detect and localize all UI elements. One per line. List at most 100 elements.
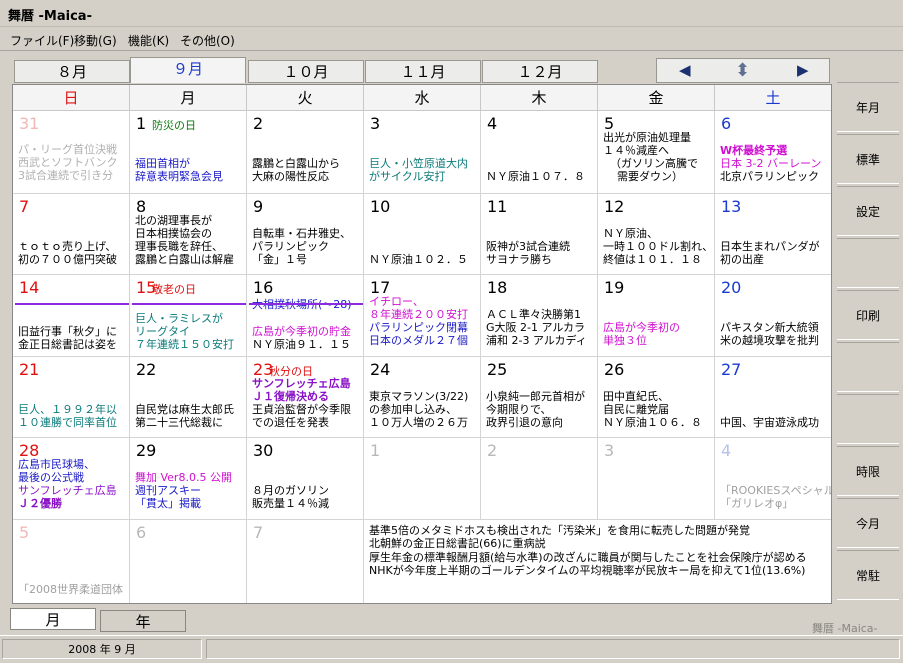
day-cell[interactable]: 1 防災の日 福田首相が 辞意表明緊急会見 [130, 111, 247, 194]
menu-move[interactable]: 移動(G) [74, 32, 117, 49]
day-cell[interactable]: 12 ＮＹ原油、 一時１００ドル割れ、 終値は１０１．１８ [598, 194, 715, 275]
event-text: 金正日総書記は姿を [18, 338, 117, 351]
event-text: 日本生まれパンダが [720, 240, 820, 253]
day-number: 31 [19, 114, 40, 133]
day-cell[interactable]: 23 秋分の日 サンフレッチェ広島 Ｊ１復帰決める 王貞治監督が今季限 での退任を発表 [247, 357, 364, 438]
day-number: 24 [370, 360, 391, 379]
day-number: 29 [136, 441, 157, 460]
sidebar: 年月 標準 設定印刷時限 今月 常駐 [837, 82, 899, 602]
event-text: 露鵬と白露山は解雇 [135, 253, 234, 266]
day-cell[interactable]: 9 自転車・石井雅史、 パラリンピック 「金」１号 [247, 194, 364, 275]
bottom-tab-year[interactable]: 年 [100, 610, 186, 632]
day-cell[interactable]: 17 イチロー、 ８年連続２００安打 パラリンピック閉幕 日本のメダル２７個 [364, 275, 481, 357]
month-navigator: ◀ ⬍ ▶ [656, 58, 830, 83]
day-cell[interactable]: 29 舞加 Ver8.0.5 公開 週刊アスキー 「貫太」掲載 [130, 438, 247, 520]
day-cell[interactable]: 11 阪神が3試合連続 サヨナラ勝ち [481, 194, 598, 275]
day-cell[interactable]: 1 [364, 438, 481, 520]
day-cell[interactable]: 7 [247, 520, 364, 603]
day-cell[interactable]: 30 ８月のガソリン 販売量１４％減 [247, 438, 364, 520]
title-bar: 舞暦 -Maica- [0, 0, 903, 27]
menu-function[interactable]: 機能(K) [128, 32, 169, 49]
event-text: がサイクル安打 [369, 170, 446, 183]
menu-other[interactable]: その他(O) [180, 32, 235, 49]
day-cell[interactable]: 31 パ・リーグ首位決戦 西武とソフトバンク 3試合連続で引き分 [13, 111, 130, 194]
day-cell[interactable]: 27 中国、宇宙遊泳成功 [715, 357, 831, 438]
day-cell[interactable]: 4 「ROOKIESスペシャル 「ガリレオφ」 [715, 438, 832, 520]
event-text: イチロー、 [369, 295, 424, 308]
month-tab-aug[interactable]: ８月 [14, 60, 130, 83]
event-text: 日本 3-2 バーレーン [720, 157, 822, 170]
day-cell[interactable]: 28 広島市民球場、 最後の公式戦 サンフレッチェ広島 Ｊ２優勝 [13, 438, 130, 520]
day-number: 11 [487, 197, 508, 216]
day-cell[interactable]: 10 ＮＹ原油１０２．５ [364, 194, 481, 275]
month-tab-sep[interactable]: ９月 [130, 57, 246, 83]
event-text: 初の７００億円突破 [18, 253, 117, 266]
day-cell[interactable]: 16大相撲秋場所(～28)広島が今季初の貯金ＮＹ原油９１．１５ [247, 275, 364, 357]
day-cell[interactable]: 6 W杯最終予選 日本 3-2 バーレーン 北京パラリンピック [715, 111, 831, 194]
day-cell[interactable]: 7 ｔｏｔｏ売り上げ、 初の７００億円突破 [13, 194, 130, 275]
sidebar-button-resident[interactable]: 常駐 [837, 550, 899, 600]
month-tab-oct[interactable]: １０月 [248, 60, 364, 83]
event-text: サンフレッチェ広島 [18, 484, 117, 497]
weekday-header: 日 [13, 85, 130, 111]
day-cell[interactable]: 3 [598, 438, 715, 520]
day-cell[interactable]: 19 広島が今季初の 単独３位 [598, 275, 715, 357]
event-text: 販売量１４％減 [252, 497, 329, 510]
prev-month-icon[interactable]: ◀ [679, 61, 691, 79]
day-cell[interactable]: 25 小泉純一郎元首相が 今期限りで、 政界引退の意向 [481, 357, 598, 438]
event-text: １０万人増の２６万 [369, 416, 468, 429]
day-cell[interactable]: 20 パキスタン新大統領 米の越境攻撃を批判 [715, 275, 831, 357]
menu-file[interactable]: ファイル(F) [10, 32, 74, 49]
day-cell[interactable]: 4 ＮＹ原油１０７．８ [481, 111, 598, 194]
sidebar-button-print[interactable]: 印刷 [837, 290, 899, 340]
day-cell[interactable]: 24 東京マラソン(3/22) の参加申し込み、 １０万人増の２６万 [364, 357, 481, 438]
sidebar-button-blank-2[interactable] [837, 342, 899, 392]
day-cell[interactable]: 26 田中直紀氏、 自民に離党届 ＮＹ原油１０６．８ [598, 357, 715, 438]
day-cell[interactable]: 8 北の湖理事長が 日本相撲協会の 理事長職を辞任、 露鵬と白露山は解雇 [130, 194, 247, 275]
sidebar-button-blank-1[interactable] [837, 238, 899, 288]
sidebar-button-yearmonth[interactable]: 年月 [837, 82, 899, 132]
day-cell[interactable]: 15 敬老の日 巨人・ラミレスが リーグタイ ７年連続１５０安打 [130, 275, 247, 357]
day-cell[interactable]: 5 出光が原油処理量 １４％減産へ （ガソリン高騰で 需要ダウン） [598, 111, 715, 194]
event-text: 最後の公式戦 [18, 471, 84, 484]
day-cell[interactable]: 3 巨人・小笠原道大内 がサイクル安打 [364, 111, 481, 194]
sidebar-button-timelimit[interactable]: 時限 [837, 446, 899, 496]
day-cell[interactable]: 6 [130, 520, 247, 603]
day-cell[interactable]: 14 旧益行事「秋夕」に 金正日総書記は姿を [13, 275, 130, 357]
day-cell[interactable]: 2 [481, 438, 598, 520]
day-number: 10 [370, 197, 391, 216]
sidebar-button-thismonth[interactable]: 今月 [837, 498, 899, 548]
next-month-icon[interactable]: ▶ [797, 61, 809, 79]
news-item: 厚生年金の標準報酬月額(給与水準)の改ざんに職員が関与したことを社会保険庁が認め… [369, 550, 807, 564]
day-cell[interactable]: 13 日本生まれパンダが 初の出産 [715, 194, 831, 275]
menu-bar: ファイル(F) 移動(G) 機能(K) その他(O) [0, 28, 903, 51]
day-cell[interactable]: 22 自民党は麻生太郎氏 第二十三代総裁に [130, 357, 247, 438]
status-bar: 2008 年 9 月 [0, 635, 903, 663]
sidebar-button-settings[interactable]: 設定 [837, 186, 899, 236]
news-item: NHKが今年度上半期のゴールデンタイムの平均視聴率が民放キー局を抑えて1位(13… [369, 564, 806, 578]
bottom-tab-month[interactable]: 月 [10, 608, 96, 630]
event-text: 田中直紀氏、 [603, 390, 669, 403]
status-pane [206, 639, 900, 659]
event-text: 出光が原油処理量 [603, 131, 691, 144]
day-number: 19 [604, 278, 625, 297]
event-text: 「ROOKIESスペシャル [720, 484, 832, 497]
day-number: 4 [721, 441, 732, 460]
event-text: 今期限りで、 [486, 403, 552, 416]
day-number: 6 [136, 523, 147, 542]
event-text: 初の出産 [720, 253, 764, 266]
sidebar-button-standard[interactable]: 標準 [837, 134, 899, 184]
day-cell[interactable]: 5 「2008世界柔道団体 [13, 520, 130, 603]
day-cell[interactable]: 2 露鵬と白露山から 大麻の陽性反応 [247, 111, 364, 194]
event-text: サヨナラ勝ち [486, 253, 552, 266]
day-cell[interactable]: 21 巨人、１９９２年以 １０連勝で同率首位 [13, 357, 130, 438]
calendar-grid: 日月火水木金土 31 パ・リーグ首位決戦 西武とソフトバンク 3試合連続で引き分 1 防災の… [12, 84, 832, 604]
updown-icon[interactable]: ⬍ [735, 60, 750, 81]
holiday-label: 防災の日 [152, 119, 196, 132]
day-cell[interactable]: 18 ＡＣＬ準々決勝第1 G大阪 2-1 アルカラ 浦和 2-3 アルカディ [481, 275, 598, 357]
sidebar-button-blank-3[interactable] [837, 394, 899, 444]
month-tab-dec[interactable]: １２月 [482, 60, 598, 83]
month-tab-nov[interactable]: １１月 [365, 60, 481, 83]
day-number: 4 [487, 114, 498, 133]
day-number: 30 [253, 441, 274, 460]
